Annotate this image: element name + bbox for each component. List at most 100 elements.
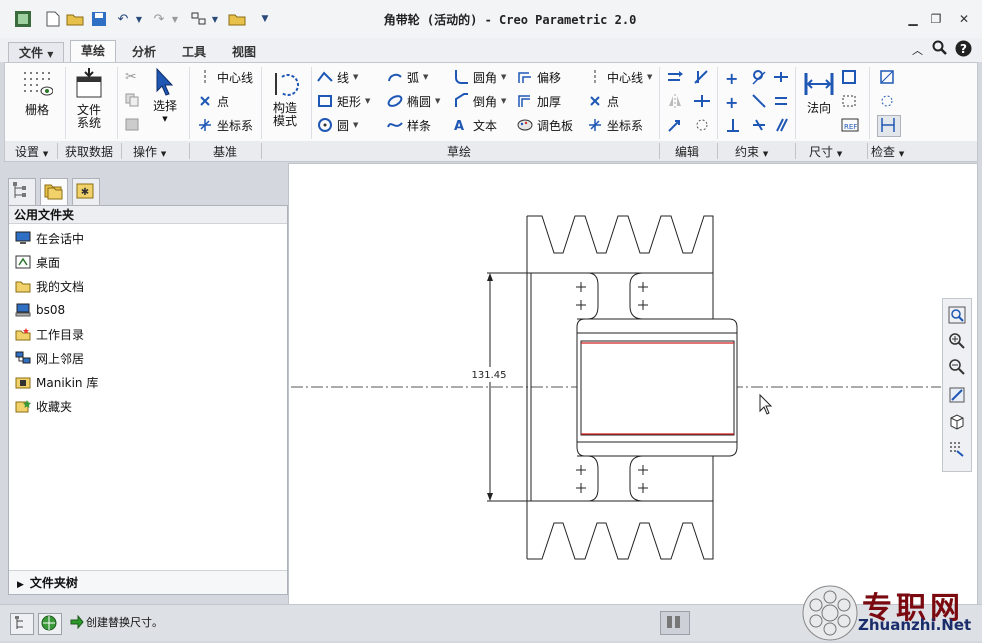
highlight-open-ends-icon[interactable] [879,93,895,112]
graphics-window[interactable]: 131.45 [288,163,978,605]
sketch-point-button[interactable]: 点 [587,91,619,111]
folder-my-documents[interactable]: 我的文档 [15,276,84,296]
group-constrain[interactable]: 约束 ▼ [735,143,768,160]
sketch-fillet-button[interactable]: 圆角 ▼ [453,67,506,87]
sketch-arc-button[interactable]: 弧 ▼ [387,67,428,87]
coincident-constraint-icon[interactable] [751,93,767,112]
sketch-chamfer-button[interactable]: 倒角 ▼ [453,91,506,111]
divide-icon[interactable] [693,93,711,112]
shade-closed-loops-icon[interactable] [877,115,901,137]
favorites-tab[interactable]: ✱ [72,178,100,206]
folder-in-session-label: 在会话中 [36,231,85,246]
grid-button[interactable]: 栅格 [17,69,57,117]
new-file-icon[interactable] [44,10,62,28]
overlapping-geometry-icon[interactable] [879,69,895,88]
restore-button[interactable]: ❐ [926,10,946,28]
close-window-folder-icon[interactable] [228,10,246,28]
folder-bs08[interactable]: bs08 [15,300,65,320]
modify-icon[interactable] [667,69,685,88]
tab-view-label: 视图 [232,45,257,59]
chevron-down-icon: ▼ [762,150,769,158]
reference-dimension-icon[interactable]: REF [841,117,859,136]
mirror-icon[interactable] [667,93,685,112]
selection-filter-icon[interactable] [660,611,690,635]
copy-icon[interactable] [125,93,139,110]
zoom-out-icon[interactable] [947,357,967,377]
minimize-ribbon-icon[interactable]: ︿ [912,42,923,58]
close-button[interactable]: ✕ [954,10,974,28]
file-system-button[interactable]: 文件 系统 [69,67,109,130]
open-folder-icon[interactable] [66,10,84,28]
folder-tree-toggle[interactable]: ▶ 文件夹树 [9,570,287,594]
group-setup[interactable]: 设置 ▼ [15,143,48,160]
group-inspect[interactable]: 检查 ▼ [871,143,904,160]
sketch-text-button[interactable]: A 文本 [453,115,497,135]
rotate-resize-icon[interactable] [667,117,685,136]
datum-point-button[interactable]: 点 [197,91,229,111]
sketch-centerline-button[interactable]: 中心线 ▼ [587,67,652,87]
sketch-line-button[interactable]: 线 ▼ [317,67,358,87]
sketch-ellipse-button[interactable]: 椭圆 ▼ [387,91,440,111]
parallel-constraint-icon[interactable] [773,117,789,136]
cut-icon[interactable]: ✂ [125,69,137,85]
construction-mode-button[interactable]: 构造 模式 [265,69,305,128]
windows-dropdown-icon[interactable]: ▼ [206,10,224,28]
perpendicular-constraint-icon[interactable] [725,117,741,136]
repaint-icon[interactable] [947,385,967,405]
midpoint-constraint-icon[interactable] [773,69,789,88]
folder-network[interactable]: 网上邻居 [15,348,84,368]
sketch-circle-button[interactable]: 圆 ▼ [317,115,358,135]
corner-icon[interactable] [693,117,711,136]
toggle-browser-icon[interactable] [38,613,62,635]
folder-favorites[interactable]: 收藏夹 [15,396,72,416]
delete-segment-icon[interactable] [693,69,711,88]
zoom-in-icon[interactable] [947,331,967,351]
save-icon[interactable] [90,10,108,28]
tab-tools[interactable]: 工具 [172,42,216,62]
group-operations[interactable]: 操作 ▼ [133,143,166,160]
customize-toolbar-icon[interactable]: ▼ [256,10,274,28]
sketch-display-filters-icon[interactable] [947,439,967,459]
toggle-navigator-icon[interactable] [10,613,34,635]
vertical-constraint-icon[interactable]: + [725,69,738,88]
tab-file[interactable]: 文件 ▼ [8,42,65,63]
tab-analysis[interactable]: 分析 [122,42,166,62]
datum-centerline-button[interactable]: 中心线 [197,67,253,87]
sketch-offset-button[interactable]: 偏移 [517,67,561,87]
tab-sketch[interactable]: 草绘 [70,40,117,64]
documents-folder-icon [15,279,31,293]
sketch-rectangle-button[interactable]: 矩形 ▼ [317,91,370,111]
display-style-icon[interactable] [947,411,967,431]
baseline-dimension-icon[interactable] [841,93,857,112]
folder-manikin-library[interactable]: Manikin 库 [15,372,98,392]
tab-view[interactable]: 视图 [222,42,266,62]
paste-icon[interactable] [125,117,139,134]
equal-constraint-icon[interactable] [773,93,789,112]
sketch-spline-button[interactable]: 样条 [387,115,431,135]
chevron-down-icon: ▼ [898,150,905,158]
perimeter-dimension-icon[interactable] [841,69,857,88]
sketch-thicken-button[interactable]: 加厚 [517,91,561,111]
minimize-button[interactable]: ▁ [903,10,923,28]
datum-coord-sys-button[interactable]: 坐标系 [197,115,253,135]
redo-dropdown-icon[interactable]: ▼ [166,10,184,28]
refit-icon[interactable] [947,305,967,325]
symmetric-constraint-icon[interactable] [751,117,767,136]
sketch-palette-button[interactable]: 调色板 [517,115,573,135]
normal-dimension-button[interactable]: 法向 [799,69,839,115]
model-tree-tab[interactable] [8,178,36,206]
folder-browser-tab[interactable] [40,178,68,206]
sketch-coord-sys-button[interactable]: 坐标系 [587,115,643,135]
undo-dropdown-icon[interactable]: ▼ [130,10,148,28]
select-button[interactable]: 选择 ▼ [147,67,183,126]
folder-desktop[interactable]: 桌面 [15,252,60,272]
sketch-drawing[interactable]: 131.45 [289,164,977,604]
folder-in-session[interactable]: 在会话中 [15,228,84,248]
search-icon[interactable] [932,40,948,59]
separator [717,143,718,159]
tangent-constraint-icon[interactable] [751,69,767,88]
folder-working-directory[interactable]: 工作目录 [15,324,84,344]
help-icon[interactable]: ? [955,40,972,60]
horizontal-constraint-icon[interactable]: + [725,93,738,112]
group-dimension[interactable]: 尺寸 ▼ [809,143,842,160]
